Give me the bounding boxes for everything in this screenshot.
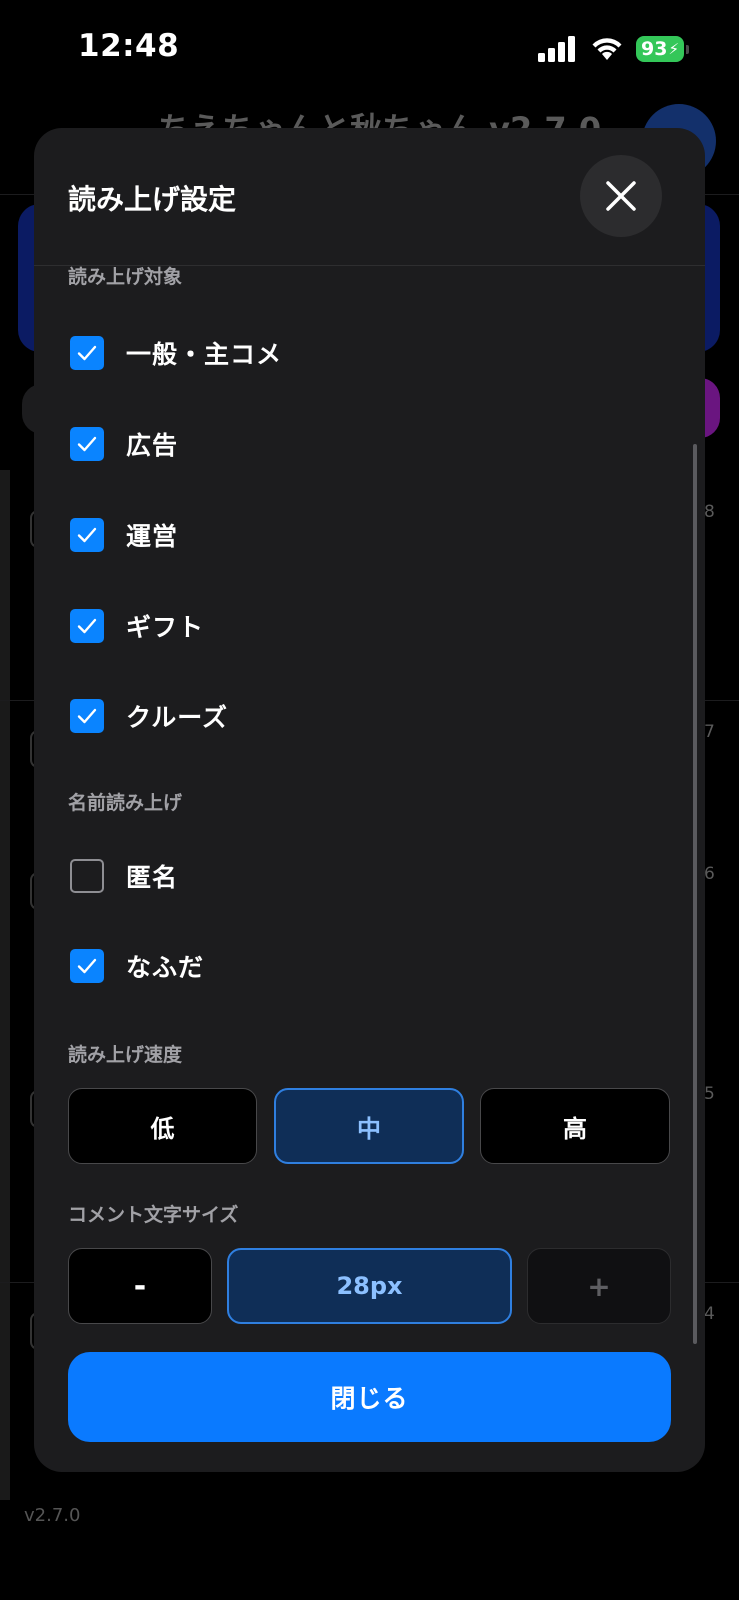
checkbox[interactable]: [70, 699, 104, 733]
checkbox-cruise[interactable]: クルーズ: [68, 686, 628, 746]
font-size-value: 28px: [227, 1248, 512, 1324]
checkbox-label: 匿名: [126, 863, 179, 892]
signal-icon: [538, 36, 575, 62]
font-size-decrement-button[interactable]: -: [68, 1248, 212, 1324]
font-size-increment-button[interactable]: +: [527, 1248, 671, 1324]
checkbox-label: 広告: [126, 431, 179, 460]
scrollbar[interactable]: [693, 444, 697, 1344]
checkbox-label: なふだ: [126, 953, 205, 982]
close-icon: [606, 181, 636, 211]
checkbox-management[interactable]: 運営: [68, 505, 628, 565]
close-button[interactable]: [580, 155, 662, 237]
name-reading-label: 名前読み上げ: [68, 792, 183, 814]
checkbox-ads[interactable]: 広告: [68, 414, 628, 474]
read-aloud-settings-modal: 読み上げ設定 読み上げ対象 一般・主コメ 広告 運営 ギフト クルーズ 名前読み…: [34, 128, 705, 1472]
checkbox-general-comments[interactable]: 一般・主コメ: [68, 323, 628, 383]
charging-bolt-icon: ⚡: [668, 40, 679, 58]
checkbox-label: ギフト: [126, 613, 205, 642]
checkbox-anonymous[interactable]: 匿名: [68, 846, 628, 906]
speed-label: 読み上げ速度: [68, 1044, 183, 1066]
battery-level: 93: [641, 38, 668, 60]
checkmark-icon: [77, 527, 97, 543]
speed-high-button[interactable]: 高: [480, 1088, 670, 1164]
checkbox-label: 運営: [126, 522, 179, 551]
checkbox[interactable]: [70, 518, 104, 552]
checkmark-icon: [77, 345, 97, 361]
checkbox-nametag[interactable]: なふだ: [68, 936, 628, 996]
modal-header: 読み上げ設定: [34, 128, 705, 265]
version-footer: v2.7.0: [24, 1505, 81, 1526]
checkbox-label: クルーズ: [126, 703, 229, 732]
checkmark-icon: [77, 436, 97, 452]
checkbox[interactable]: [70, 427, 104, 461]
comment-number: 4: [704, 1304, 715, 1324]
modal-title: 読み上げ設定: [68, 183, 237, 216]
checkmark-icon: [77, 618, 97, 634]
status-bar: 12:48 93 ⚡: [0, 0, 739, 96]
checkbox[interactable]: [70, 609, 104, 643]
font-size-label: コメント文字サイズ: [68, 1204, 239, 1226]
side-rail: [0, 470, 10, 1500]
speed-low-button[interactable]: 低: [68, 1088, 257, 1164]
wifi-icon: [592, 38, 622, 60]
status-time: 12:48: [78, 28, 180, 64]
battery-icon: 93 ⚡: [636, 36, 689, 62]
speed-medium-button[interactable]: 中: [274, 1088, 464, 1164]
checkmark-icon: [77, 958, 97, 974]
comment-number: 7: [704, 722, 715, 742]
checkbox-gift[interactable]: ギフト: [68, 596, 628, 656]
read-targets-label: 読み上げ対象: [68, 266, 183, 288]
checkbox[interactable]: [70, 336, 104, 370]
checkbox[interactable]: [70, 949, 104, 983]
comment-number: 5: [704, 1084, 715, 1104]
checkbox-label: 一般・主コメ: [126, 340, 283, 369]
close-settings-button[interactable]: 閉じる: [68, 1352, 671, 1442]
battery-tip: [686, 45, 689, 54]
comment-number: 8: [704, 502, 715, 522]
comment-number: 6: [704, 864, 715, 884]
checkmark-icon: [77, 708, 97, 724]
checkbox[interactable]: [70, 859, 104, 893]
